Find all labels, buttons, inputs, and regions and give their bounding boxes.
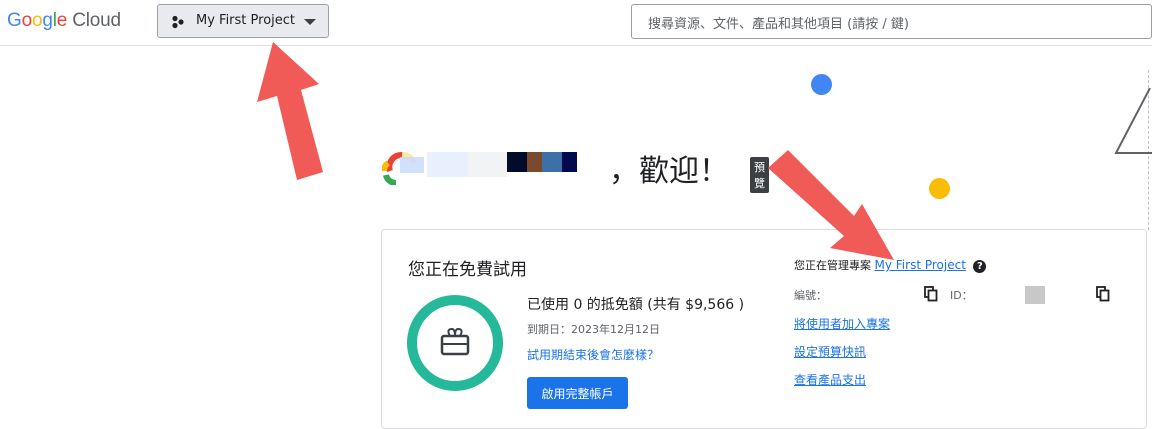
copy-id-icon[interactable] xyxy=(1096,286,1110,302)
credit-usage-ring xyxy=(407,295,503,391)
top-bar: Google Cloud My First Project 搜尋資源、文件、產品… xyxy=(0,0,1152,46)
add-users-link[interactable]: 將使用者加入專案 xyxy=(794,315,890,332)
credits-used-text: 已使用 0 的抵免額 (共有 $9,566 ) xyxy=(527,297,745,313)
redacted-user-name xyxy=(427,152,577,177)
help-icon[interactable]: ? xyxy=(973,259,987,273)
project-id-label: ID： xyxy=(950,289,973,302)
project-picker-label: My First Project xyxy=(196,13,296,28)
search-input[interactable]: 搜尋資源、文件、產品和其他項目 (請按 / 鍵) xyxy=(631,4,1152,39)
welcome-title: ，歡迎！ xyxy=(609,154,729,189)
gift-card-icon xyxy=(440,327,470,356)
budget-alert-link[interactable]: 設定預算快訊 xyxy=(794,343,866,360)
project-picker-button[interactable]: My First Project xyxy=(157,4,329,38)
google-cloud-icon xyxy=(382,152,424,185)
annotation-arrow-up-icon xyxy=(257,42,323,180)
redacted-project-id xyxy=(1025,286,1045,304)
free-trial-card: 您正在免費試用 已使用 0 的抵免額 (共有 $9,566 ) 到期日：2023… xyxy=(381,229,1147,429)
trial-end-info-link[interactable]: 試用期結束後會怎麼樣？ xyxy=(527,346,659,363)
google-cloud-logo[interactable]: Google Cloud xyxy=(7,10,121,32)
trial-card-title: 您正在免費試用 xyxy=(408,260,527,280)
decorative-blue-dot xyxy=(811,74,832,95)
annotation-arrow-down-icon xyxy=(768,150,894,260)
decorative-triangle-icon xyxy=(1114,88,1152,154)
product-spend-link[interactable]: 查看產品支出 xyxy=(794,371,866,388)
project-number-label: 編號： xyxy=(794,289,827,302)
chevron-down-icon xyxy=(304,19,316,25)
project-icon xyxy=(172,15,184,29)
search-placeholder: 搜尋資源、文件、產品和其他項目 (請按 / 鍵) xyxy=(648,17,909,32)
decorative-yellow-dot xyxy=(929,178,950,199)
trial-end-date: 到期日：2023年12月12日 xyxy=(527,323,660,336)
copy-number-icon[interactable] xyxy=(924,286,938,302)
activate-full-account-button[interactable]: 啟用完整帳戶 xyxy=(527,377,628,409)
preview-badge: 預覽 xyxy=(750,157,769,193)
